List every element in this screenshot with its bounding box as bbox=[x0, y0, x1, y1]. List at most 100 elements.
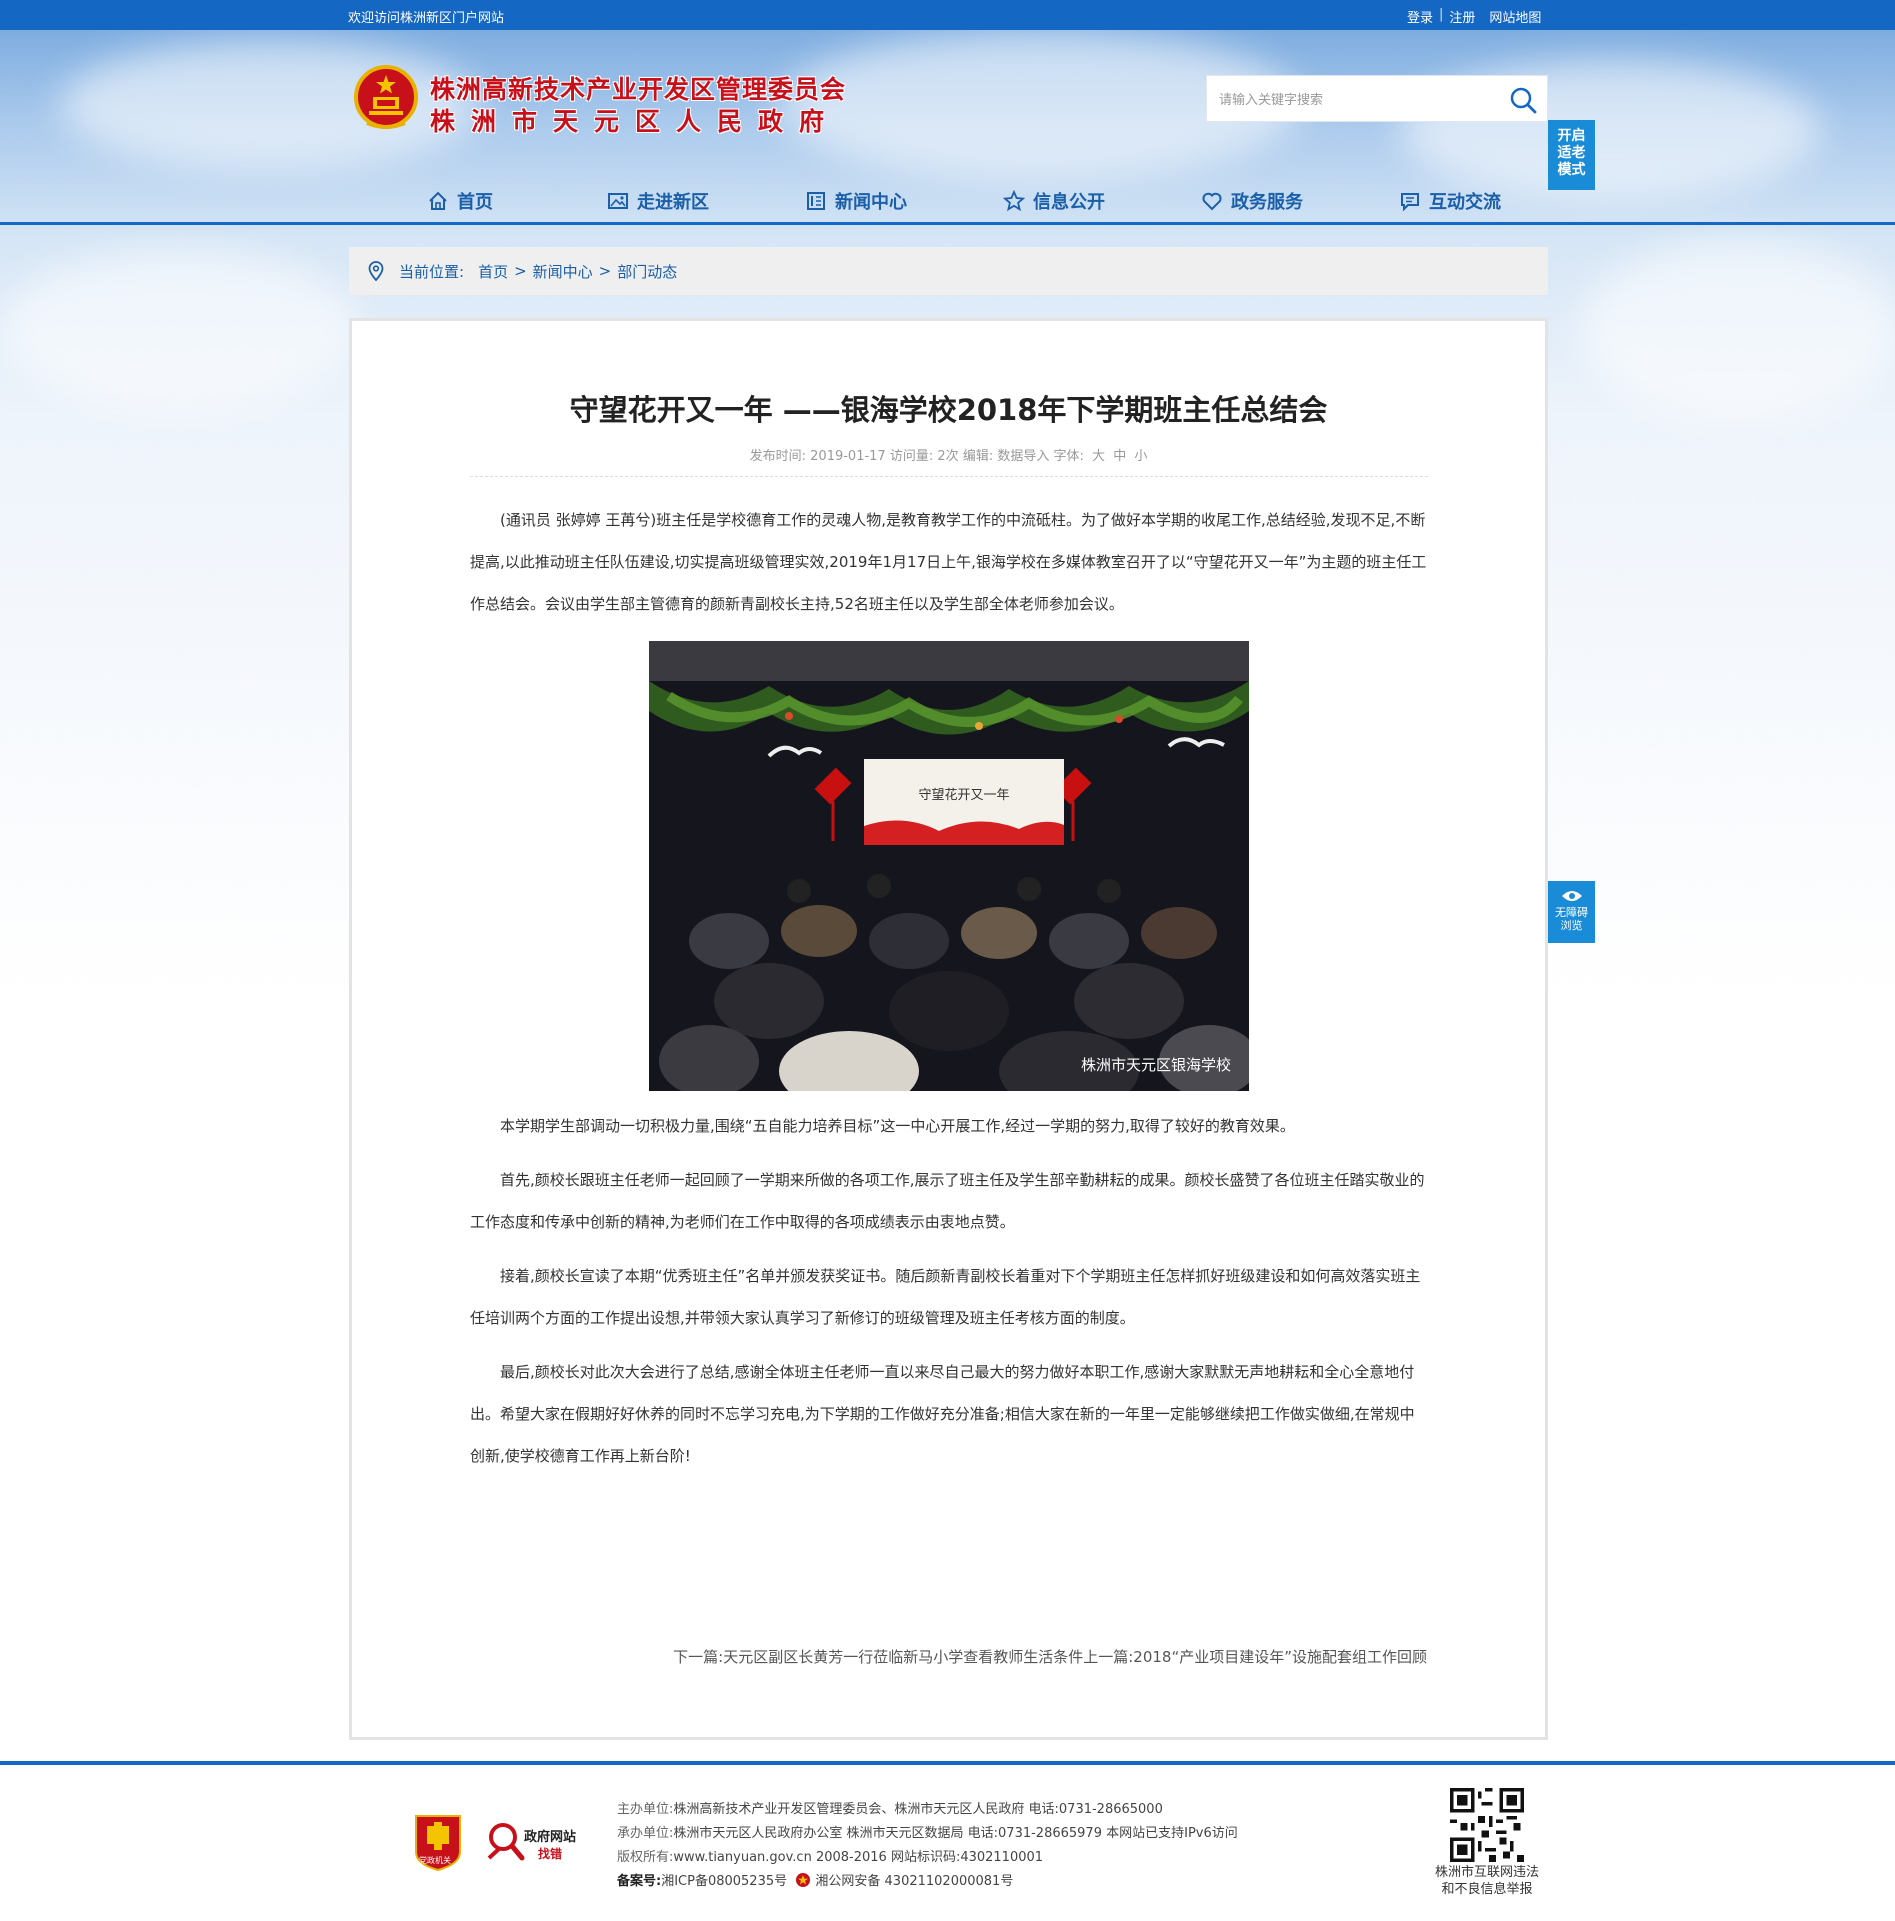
article-pagination: 下一篇:天元区副区长黄芳一行莅临新马小学查看教师生活条件上一篇:2018“产业项… bbox=[673, 1646, 1427, 1667]
login-link[interactable]: 登录 bbox=[1407, 7, 1433, 26]
nav-item-label: 信息公开 bbox=[1033, 192, 1105, 213]
cloud-decoration bbox=[1580, 240, 1895, 420]
nav-item-interaction[interactable]: 互动交流 bbox=[1370, 182, 1530, 220]
error-report-label: 找错 bbox=[538, 1847, 563, 1861]
article-meta: 发布时间: 2019-01-17 访问量: 2次 编辑: 数据导入 字体: 大 … bbox=[352, 445, 1545, 464]
prev-article-link[interactable]: 上一篇:2018“产业项目建设年”设施配套组工作回顾 bbox=[1083, 1648, 1427, 1666]
police-record-link[interactable]: 湘公网安备 43021102000081号 bbox=[815, 1874, 1013, 1889]
footer-host-line: 主办单位:株洲高新技术产业开发区管理委员会、株洲市天元区人民政府 电话:0731… bbox=[617, 1798, 1238, 1822]
top-bar: 欢迎访问株洲新区门户网站 登录 | 注册 网站地图 bbox=[0, 0, 1895, 30]
elder-mode-label-2: 适老 bbox=[1557, 145, 1586, 161]
site-title-line1: 株洲高新技术产业开发区管理委员会 bbox=[430, 75, 847, 104]
host-value: 株洲高新技术产业开发区管理委员会、株洲市天元区人民政府 电话:0731-2866… bbox=[673, 1802, 1163, 1817]
accessibility-label-1: 无障碍 bbox=[1555, 906, 1588, 919]
meeting-photo: 守望花开又一年 株洲市天元区银海学校 bbox=[649, 641, 1249, 1091]
font-size-large[interactable]: 大 bbox=[1092, 449, 1105, 464]
footer-info: 主办单位:株洲高新技术产业开发区管理委员会、株洲市天元区人民政府 电话:0731… bbox=[617, 1798, 1238, 1894]
elder-mode-button[interactable]: 开启 适老 模式 bbox=[1548, 120, 1595, 190]
nav-item-info[interactable]: 信息公开 bbox=[974, 182, 1134, 220]
nav-underline bbox=[0, 222, 1895, 225]
magnifier-report-icon bbox=[487, 1823, 525, 1861]
article-title: 守望花开又一年 ——银海学校2018年下学期班主任总结会 bbox=[569, 393, 1328, 427]
search-input[interactable] bbox=[1219, 88, 1499, 112]
chat-icon bbox=[1401, 193, 1419, 212]
meta-divider bbox=[470, 476, 1428, 477]
copyright-value: www.tianyuan.gov.cn 2008-2016 网站标识码:4302… bbox=[673, 1850, 1044, 1865]
icp-link[interactable]: 湘ICP备08005235号 bbox=[661, 1874, 787, 1889]
site-title-line2: 株洲市天元区人民政府 bbox=[430, 107, 841, 136]
article-panel: 守望花开又一年 ——银海学校2018年下学期班主任总结会 发布时间: 2019-… bbox=[349, 318, 1548, 1740]
footer-copyright-line: 版权所有:www.tianyuan.gov.cn 2008-2016 网站标识码… bbox=[617, 1846, 1238, 1870]
font-size-small[interactable]: 小 bbox=[1134, 449, 1147, 464]
meeting-photo-image: 守望花开又一年 bbox=[649, 641, 1249, 1091]
qr-code bbox=[1450, 1788, 1524, 1862]
breadcrumb-prefix: 当前位置: bbox=[399, 262, 465, 281]
sitemap-link[interactable]: 网站地图 bbox=[1489, 7, 1541, 26]
search-box bbox=[1206, 75, 1548, 122]
accessibility-button[interactable]: 无障碍 浏览 bbox=[1548, 881, 1595, 943]
home-icon bbox=[429, 191, 447, 210]
article-paragraph: 本学期学生部调动一切积极力量,围绕“五自能力培养目标”这一中心开展工作,经过一学… bbox=[500, 1117, 1295, 1135]
elder-mode-label-1: 开启 bbox=[1557, 128, 1586, 144]
search-icon[interactable] bbox=[1509, 86, 1537, 114]
link-separator: | bbox=[1439, 7, 1444, 22]
main-nav: 首页 走进新区 新闻中心 信息公开 政务服务 互动交流 bbox=[380, 182, 1530, 220]
article-paragraph: 最后,颜校长对此次大会进行了总结,感谢全体班主任老师一直以来尽自己最大的努力做好… bbox=[470, 1363, 1415, 1465]
organizer-label: 承办单位: bbox=[617, 1826, 674, 1841]
party-government-label: 党政机关 bbox=[419, 1856, 451, 1865]
article-paragraph: (通讯员 张婷婷 王苒兮)班主任是学校德育工作的灵魂人物,是教育教学工作的中流砥… bbox=[470, 511, 1427, 613]
views-label: 访问量: bbox=[889, 449, 934, 464]
font-size-label: 字体: bbox=[1053, 449, 1084, 464]
editor-label: 编辑: bbox=[962, 449, 994, 464]
breadcrumb-current[interactable]: 部门动态 bbox=[617, 261, 677, 282]
nav-item-label: 政务服务 bbox=[1231, 192, 1303, 213]
star-icon bbox=[1003, 190, 1025, 212]
editor-name: 数据导入 bbox=[997, 449, 1050, 464]
footer-organizer-line: 承办单位:株洲市天元区人民政府办公室 株洲市天元区数据局 电话:0731-286… bbox=[617, 1822, 1238, 1846]
font-size-medium[interactable]: 中 bbox=[1113, 449, 1126, 464]
location-pin-icon bbox=[368, 261, 384, 281]
breadcrumb-news[interactable]: 新闻中心 bbox=[533, 261, 593, 282]
eye-icon bbox=[1561, 891, 1582, 901]
next-article-link[interactable]: 下一篇:天元区副区长黄芳一行莅临新马小学查看教师生活条件 bbox=[673, 1648, 1083, 1666]
nav-item-label: 首页 bbox=[457, 192, 493, 213]
gov-site-error-report-badge[interactable]: 政府网站 找错 bbox=[486, 1818, 586, 1866]
breadcrumb-separator: > bbox=[598, 262, 612, 280]
national-emblem-logo bbox=[354, 65, 418, 129]
organizer-value: 株洲市天元区人民政府办公室 株洲市天元区数据局 电话:0731-28665979… bbox=[673, 1826, 1238, 1841]
views-count: 2次 bbox=[937, 449, 959, 464]
nav-item-services[interactable]: 政务服务 bbox=[1172, 182, 1332, 220]
qr-caption-line1: 株洲市互联网违法 bbox=[1434, 1865, 1539, 1880]
breadcrumb-home[interactable]: 首页 bbox=[478, 261, 508, 282]
newspaper-icon bbox=[807, 192, 825, 210]
copyright-label: 版权所有: bbox=[617, 1850, 674, 1865]
party-government-badge[interactable]: 党政机关 bbox=[412, 1812, 464, 1872]
heart-icon bbox=[1202, 192, 1222, 211]
article-body: (通讯员 张婷婷 王苒兮)班主任是学校德育工作的灵魂人物,是教育教学工作的中流砥… bbox=[470, 499, 1428, 1477]
footer-icp-line: 备案号:湘ICP备08005235号 湘公网安备 43021102000081号 bbox=[617, 1870, 1238, 1894]
gov-site-label: 政府网站 bbox=[524, 1830, 577, 1845]
welcome-text: 欢迎访问株洲新区门户网站 bbox=[348, 11, 505, 26]
nav-item-label: 新闻中心 bbox=[835, 192, 907, 213]
picture-icon bbox=[608, 193, 628, 209]
accessibility-label-2: 浏览 bbox=[1560, 919, 1583, 932]
host-label: 主办单位: bbox=[617, 1802, 674, 1817]
register-link[interactable]: 注册 bbox=[1449, 7, 1475, 26]
nav-item-label: 走进新区 bbox=[637, 192, 709, 213]
cloud-decoration bbox=[0, 250, 360, 410]
breadcrumb: 当前位置: 首页 > 新闻中心 > 部门动态 bbox=[349, 247, 1548, 295]
elder-mode-label-3: 模式 bbox=[1557, 162, 1586, 178]
breadcrumb-separator: > bbox=[514, 262, 527, 280]
article-paragraph: 首先,颜校长跟班主任老师一起回顾了一学期来所做的各项工作,展示了班主任及学生部辛… bbox=[470, 1171, 1425, 1231]
icp-label: 备案号: bbox=[617, 1874, 662, 1889]
photo-watermark: 株洲市天元区银海学校 bbox=[1080, 1056, 1231, 1074]
screen-title: 守望花开又一年 bbox=[918, 787, 1009, 803]
published-label: 发布时间: bbox=[749, 449, 807, 464]
nav-item-home[interactable]: 首页 bbox=[380, 182, 540, 220]
nav-item-news[interactable]: 新闻中心 bbox=[776, 182, 936, 220]
nav-item-about[interactable]: 走进新区 bbox=[578, 182, 738, 220]
article-paragraph: 接着,颜校长宣读了本期“优秀班主任”名单并颁发获奖证书。随后颜新青副校长着重对下… bbox=[470, 1267, 1421, 1327]
qr-caption-line2: 和不良信息举报 bbox=[1441, 1882, 1533, 1897]
police-badge-icon bbox=[796, 1873, 811, 1887]
published-date: 2019-01-17 bbox=[810, 449, 886, 464]
